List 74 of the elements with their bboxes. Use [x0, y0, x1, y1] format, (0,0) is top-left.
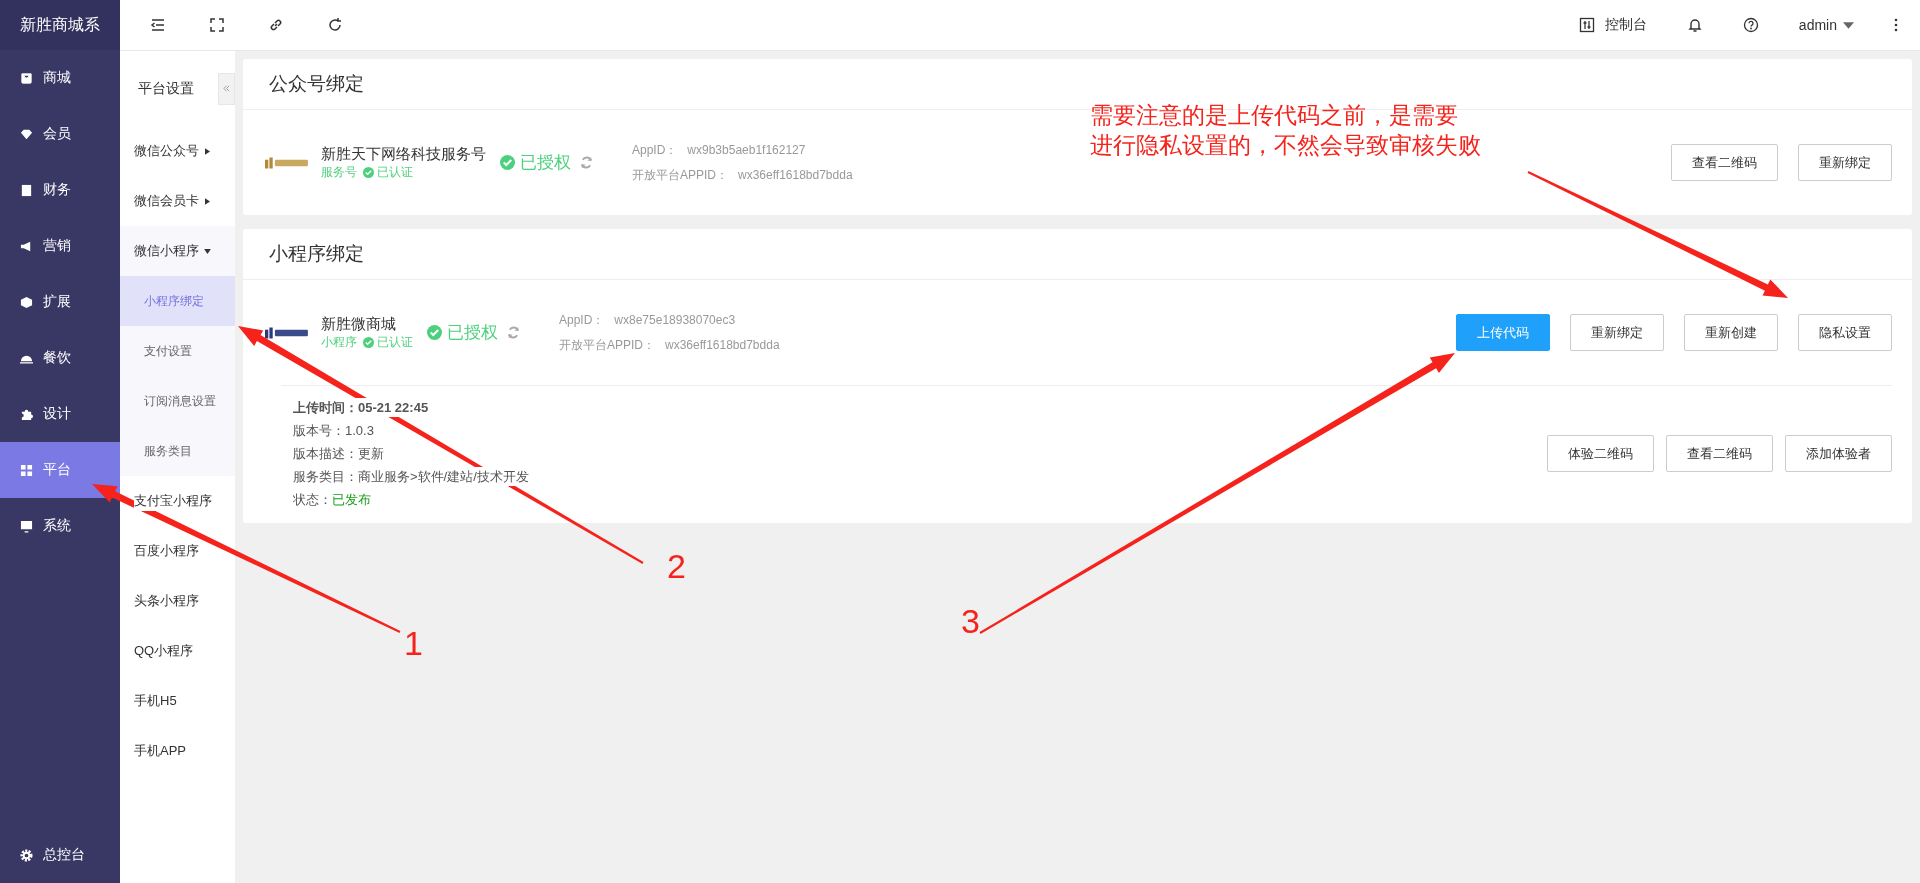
caret-icon — [205, 147, 210, 155]
annotation-number: 1 — [404, 624, 423, 662]
sidebar-item[interactable]: 系统 — [0, 498, 120, 554]
subnav-title: 平台设置 — [138, 79, 195, 98]
sidebar-item[interactable]: 餐饮 — [0, 330, 120, 386]
caret-icon — [205, 197, 210, 205]
check-circle-icon — [500, 155, 515, 170]
menu-fold-icon[interactable] — [150, 17, 166, 33]
grid-icon — [20, 463, 33, 477]
sidebar-item[interactable]: 会员 — [0, 106, 120, 162]
authorized-status: 已授权 — [500, 151, 571, 174]
subnav-item[interactable]: 订阅消息设置 — [120, 376, 235, 426]
action-button[interactable]: 查看二维码 — [1671, 144, 1778, 181]
megaphone-icon — [20, 239, 33, 253]
check-circle-icon — [363, 336, 374, 348]
appid-value: wx9b3b5aeb1f162127 — [687, 142, 806, 157]
shop-bag-icon — [20, 71, 33, 85]
appid-value: wx8e75e18938070ec3 — [614, 312, 736, 327]
action-button[interactable]: 重新绑定 — [1798, 144, 1892, 181]
help-icon[interactable] — [1742, 17, 1759, 33]
caret-icon — [1843, 21, 1854, 29]
subnav-item[interactable]: 支付宝小程序 — [134, 491, 212, 511]
console-link[interactable]: 控制台 — [1578, 16, 1647, 34]
appid-label: AppID： — [559, 312, 605, 327]
verified-label: 已认证 — [363, 333, 413, 351]
more-icon[interactable] — [1894, 18, 1898, 32]
check-circle-icon — [427, 325, 442, 340]
action-button[interactable]: 隐私设置 — [1798, 314, 1892, 351]
appid-label: AppID： — [632, 142, 678, 157]
open-appid-label: 开放平台APPID： — [559, 337, 655, 352]
sidebar-item[interactable]: 商城 — [0, 50, 120, 106]
open-appid-label: 开放平台APPID： — [632, 167, 728, 182]
account-type: 服务号 — [321, 163, 357, 181]
subnav-group[interactable]: 微信小程序 — [120, 226, 235, 276]
account-name: 新胜天下网络科技服务号 — [321, 144, 486, 164]
sidebar-item[interactable]: 营销 — [0, 218, 120, 274]
action-button[interactable]: 重新创建 — [1684, 314, 1778, 351]
action-button[interactable]: 查看二维码 — [1666, 435, 1773, 472]
brand-title: 新胜商城系 — [0, 0, 120, 50]
verified-label: 已认证 — [363, 163, 413, 181]
sidebar-item[interactable]: 财务 — [0, 162, 120, 218]
annotation-number: 2 — [667, 547, 686, 585]
authorized-status: 已授权 — [427, 321, 498, 344]
cube-icon — [20, 295, 33, 309]
bell-icon[interactable] — [1686, 17, 1703, 33]
action-button[interactable]: 体验二维码 — [1547, 435, 1654, 472]
account-name: 新胜微商城 — [321, 314, 397, 334]
refresh-icon[interactable] — [327, 17, 343, 33]
subnav-item[interactable]: 支付设置 — [120, 326, 235, 376]
annotation-number: 3 — [961, 602, 980, 640]
open-appid-value: wx36eff1618bd7bdda — [738, 167, 853, 182]
check-circle-icon — [363, 166, 374, 178]
sidebar-item[interactable]: 总控台 — [0, 827, 120, 883]
action-button[interactable]: 添加体验者 — [1785, 435, 1892, 472]
sidebar-item[interactable]: 设计 — [0, 386, 120, 442]
gem-icon — [20, 127, 33, 141]
open-appid-value: wx36eff1618bd7bdda — [665, 337, 780, 352]
account-type: 小程序 — [321, 333, 357, 351]
puzzle-icon — [20, 407, 33, 421]
subnav-group[interactable]: 微信会员卡 — [120, 176, 235, 226]
subnav-group[interactable]: 微信公众号 — [120, 126, 235, 176]
double-chevron-icon — [222, 84, 231, 93]
link-icon[interactable] — [268, 17, 284, 33]
sidebar-item[interactable]: 平台 — [0, 442, 120, 498]
fullscreen-icon[interactable] — [209, 17, 225, 33]
caret-icon — [204, 248, 211, 254]
monitor-icon — [20, 519, 33, 533]
subnav-item[interactable]: QQ小程序 — [134, 641, 194, 661]
subnav-item[interactable]: 服务类目 — [120, 426, 235, 476]
sidebar-item[interactable]: 扩展 — [0, 274, 120, 330]
user-menu[interactable]: admin — [1798, 17, 1854, 33]
settings-icon — [20, 848, 33, 862]
action-button[interactable]: 重新绑定 — [1570, 314, 1664, 351]
sliders-icon — [1578, 17, 1595, 33]
